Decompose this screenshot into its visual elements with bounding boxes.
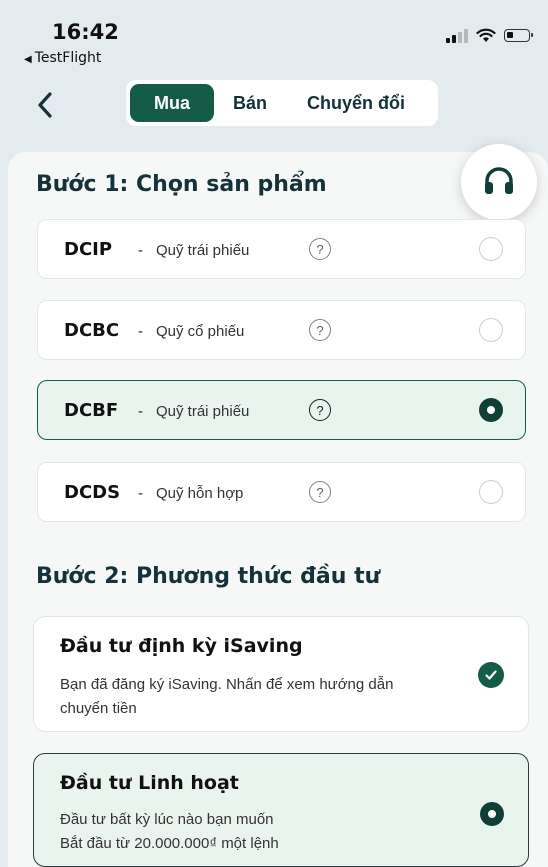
tab-buy[interactable]: Mua xyxy=(130,84,214,122)
fund-code: DCBC xyxy=(64,320,120,341)
trade-type-tabs: Mua Bán Chuyển đổi xyxy=(126,80,438,126)
fund-description: Quỹ hỗn hợp xyxy=(156,485,244,502)
help-icon[interactable]: ? xyxy=(309,399,331,421)
fund-separator: - xyxy=(138,485,143,502)
fund-code: DCBF xyxy=(64,400,119,421)
method-description-line2: chuyển tiền xyxy=(60,700,137,717)
fund-description: Quỹ trái phiếu xyxy=(156,403,250,420)
back-triangle-icon: ◀ xyxy=(24,54,32,65)
method-option-isaving[interactable]: Đầu tư định kỳ iSaving Bạn đã đăng ký iS… xyxy=(33,616,529,732)
support-button[interactable] xyxy=(461,144,537,220)
fund-code: DCDS xyxy=(64,482,121,503)
headset-icon xyxy=(485,167,513,194)
fund-description: Quỹ cổ phiếu xyxy=(156,323,245,340)
fund-option-dcbf[interactable]: DCBF - Quỹ trái phiếu ? xyxy=(37,380,526,440)
fund-radio[interactable] xyxy=(479,318,503,342)
fund-code: DCIP xyxy=(64,239,113,260)
status-time: 16:42 xyxy=(52,20,119,44)
fund-radio-selected[interactable] xyxy=(479,398,503,422)
cellular-signal-icon xyxy=(446,28,468,43)
fund-separator: - xyxy=(138,242,143,259)
step2-title: Bước 2: Phương thức đầu tư xyxy=(36,564,381,589)
method-title: Đầu tư định kỳ iSaving xyxy=(60,635,303,657)
status-bar: 16:42 ◀ TestFlight xyxy=(0,0,548,70)
status-icons xyxy=(446,28,533,43)
back-to-app-link[interactable]: ◀ TestFlight xyxy=(24,50,101,66)
method-title: Đầu tư Linh hoạt xyxy=(60,772,239,794)
wifi-icon xyxy=(476,28,496,42)
fund-option-dcbc[interactable]: DCBC - Quỹ cổ phiếu ? xyxy=(37,300,526,360)
check-icon xyxy=(478,662,504,688)
fund-radio[interactable] xyxy=(479,237,503,261)
battery-icon xyxy=(504,29,533,42)
tab-switch[interactable]: Chuyển đổi xyxy=(286,84,426,122)
fund-radio[interactable] xyxy=(479,480,503,504)
method-description-line2: Bắt đầu từ 20.000.000₫ một lệnh xyxy=(60,835,279,852)
method-description-line1: Đầu tư bất kỳ lúc nào bạn muốn xyxy=(60,811,274,828)
method-radio-selected[interactable] xyxy=(480,802,504,826)
step1-title: Bước 1: Chọn sản phẩm xyxy=(36,172,327,197)
help-icon[interactable]: ? xyxy=(309,481,331,503)
help-icon[interactable]: ? xyxy=(309,319,331,341)
fund-separator: - xyxy=(138,323,143,340)
back-app-label: TestFlight xyxy=(34,50,102,66)
fund-separator: - xyxy=(138,403,143,420)
back-chevron-icon[interactable] xyxy=(30,88,64,122)
method-option-flexible[interactable]: Đầu tư Linh hoạt Đầu tư bất kỳ lúc nào b… xyxy=(33,753,529,867)
method-description-line1: Bạn đã đăng ký iSaving. Nhấn để xem hướn… xyxy=(60,676,394,693)
help-icon[interactable]: ? xyxy=(309,238,331,260)
fund-option-dcds[interactable]: DCDS - Quỹ hỗn hợp ? xyxy=(37,462,526,522)
fund-option-dcip[interactable]: DCIP - Quỹ trái phiếu ? xyxy=(37,219,526,279)
tab-sell[interactable]: Bán xyxy=(214,84,286,122)
fund-description: Quỹ trái phiếu xyxy=(156,242,250,259)
